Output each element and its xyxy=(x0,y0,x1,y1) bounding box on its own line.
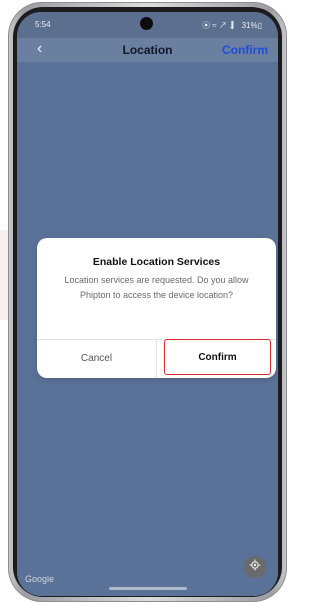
home-indicator[interactable] xyxy=(109,587,187,590)
locate-icon xyxy=(249,558,261,576)
status-icons-text: ⦿ ≈ ↗ .▎ 31%▯ xyxy=(202,21,262,30)
status-bar: 5:54 ⦿ ≈ ↗ .▎ 31%▯ xyxy=(17,12,278,38)
front-camera xyxy=(140,17,153,30)
status-time: 5:54 xyxy=(35,20,51,29)
dialog-message: Location services are requested. Do you … xyxy=(64,275,249,300)
dialog-title: Enable Location Services xyxy=(92,256,221,268)
dialog-button-divider xyxy=(156,339,157,378)
location-permission-dialog: Enable Location Services Location servic… xyxy=(37,238,276,378)
confirm-button[interactable]: Confirm xyxy=(164,339,271,375)
phone-screen: 5:54 ⦿ ≈ ↗ .▎ 31%▯ ‹ Location Confirm En… xyxy=(17,12,278,596)
locate-button[interactable] xyxy=(244,556,266,578)
app-bar: ‹ Location Confirm xyxy=(17,38,278,62)
confirm-link[interactable]: Confirm xyxy=(222,43,268,57)
status-indicators: ⦿ ≈ ↗ .▎ 31%▯ xyxy=(202,20,262,31)
cancel-button[interactable]: Cancel xyxy=(37,339,156,378)
google-attribution: Google xyxy=(25,574,55,584)
